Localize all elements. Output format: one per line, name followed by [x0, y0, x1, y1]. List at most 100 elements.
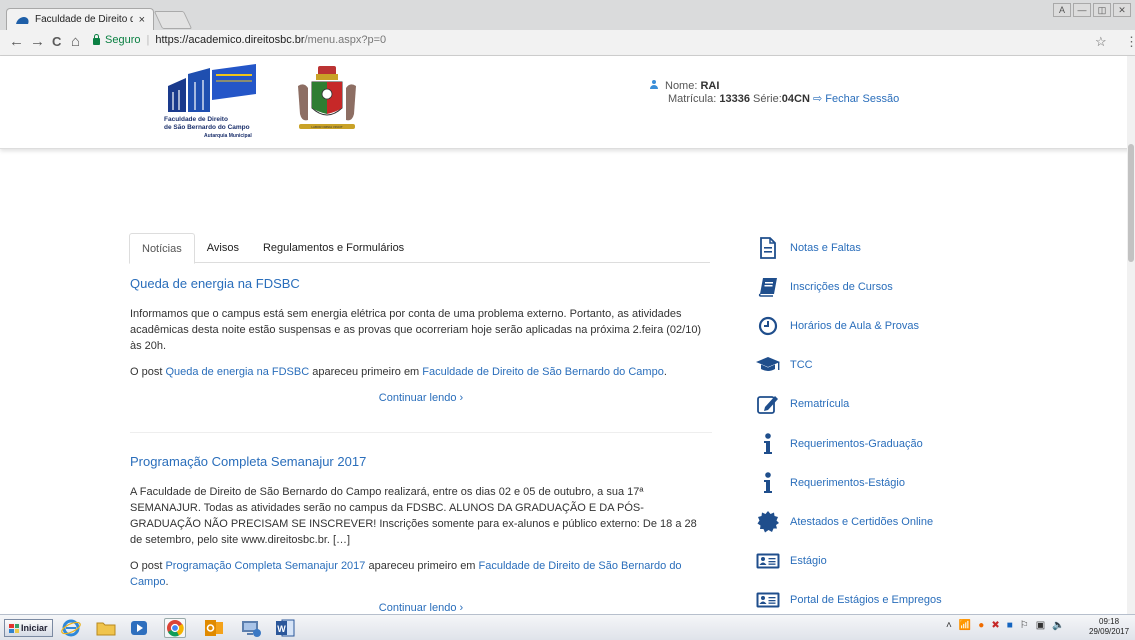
matricula-label: Matrícula: [668, 93, 717, 105]
word-icon[interactable]: W [274, 618, 296, 638]
logout-icon: ⇨ [812, 93, 823, 105]
antivirus-icon[interactable]: ● [978, 620, 984, 631]
chrome-icon[interactable] [164, 618, 186, 638]
tray-app-icon[interactable]: ✖ [991, 620, 999, 631]
post-footer: O post Programação Completa Semanajur 20… [130, 558, 712, 590]
start-label: Iniciar [21, 623, 48, 633]
secure-label: Seguro [105, 34, 141, 46]
system-clock[interactable]: 09:18 29/09/2017 [1089, 617, 1129, 637]
info-icon [755, 470, 781, 496]
menu-atestados[interactable]: Atestados e Certidões Online [755, 502, 1125, 541]
clock-date: 29/09/2017 [1089, 627, 1130, 636]
browser-tab-title: Faculdade de Direito de [35, 14, 133, 25]
id-card-icon [755, 548, 781, 574]
new-tab-button[interactable] [153, 11, 193, 29]
menu-req-graduacao[interactable]: Requerimentos-Graduação [755, 424, 1125, 463]
site-header: Faculdade de Direito de São Bernardo do … [0, 56, 1135, 149]
scrollbar-thumb[interactable] [1128, 144, 1134, 262]
post-footer-prefix: O post [130, 560, 166, 572]
outlook-icon[interactable] [203, 618, 225, 638]
menu-label: Inscrições de Cursos [790, 280, 893, 293]
logo-line-2: de São Bernardo do Campo [164, 124, 250, 131]
continue-reading-link[interactable]: Continuar lendo › [130, 390, 712, 406]
info-icon [755, 431, 781, 457]
home-icon[interactable]: ⌂ [71, 34, 80, 50]
monitor-icon[interactable]: ■ [1007, 620, 1013, 631]
display-icon[interactable]: ▣ [1036, 620, 1045, 631]
tab-close-icon[interactable]: × [139, 14, 145, 26]
page-scrollbar[interactable] [1127, 56, 1135, 614]
menu-label: Rematrícula [790, 398, 850, 411]
post-title[interactable]: Programação Completa Semanajur 2017 [130, 454, 712, 470]
crest-motto: LABOR OMNIA VINCIT [311, 125, 343, 129]
menu-horarios[interactable]: Horários de Aula & Provas [755, 306, 1125, 345]
logout-label: Fechar Sessão [825, 93, 900, 105]
city-crest-logo: LABOR OMNIA VINCIT [296, 64, 358, 136]
post-footer-mid: apareceu primeiro em [365, 560, 479, 572]
media-player-icon[interactable] [128, 618, 150, 638]
close-window-button[interactable]: ✕ [1113, 3, 1131, 17]
menu-label: Portal de Estágios e Empregos [790, 594, 942, 607]
tab-noticias[interactable]: Notícias [129, 233, 195, 264]
user-icon [649, 80, 659, 90]
serie-label: Série: [753, 93, 782, 105]
post-link[interactable]: Queda de energia na FDSBC [165, 366, 309, 378]
post-link[interactable]: Programação Completa Semanajur 2017 [165, 560, 365, 572]
svg-text:W: W [277, 624, 286, 634]
minimize-button[interactable]: — [1073, 3, 1091, 17]
volume-icon[interactable]: 🔈 [1052, 620, 1064, 631]
post-footer: O post Queda de energia na FDSBC aparece… [130, 364, 712, 380]
folder-icon[interactable] [95, 618, 117, 638]
forward-arrow-icon[interactable]: → [30, 34, 45, 50]
browser-tab[interactable]: Faculdade de Direito de × [6, 8, 154, 30]
menu-label: Requerimentos-Graduação [790, 437, 923, 450]
menu-label: Requerimentos-Estágio [790, 476, 905, 489]
ie-icon[interactable] [60, 618, 82, 638]
menu-rematricula[interactable]: Rematrícula [755, 385, 1125, 424]
reload-icon[interactable]: C [52, 34, 61, 50]
menu-inscricoes-cursos[interactable]: Inscrições de Cursos [755, 267, 1125, 306]
remote-desktop-icon[interactable] [240, 618, 262, 638]
url-field[interactable]: Seguro | https://academico.direitosbc.br… [93, 33, 387, 46]
window-controls: A — ◫ ✕ [1053, 3, 1131, 17]
post-title[interactable]: Queda de energia na FDSBC [130, 276, 712, 292]
post-footer-end: . [663, 366, 667, 378]
news-post: Programação Completa Semanajur 2017 A Fa… [130, 454, 712, 616]
menu-estagio[interactable]: Estágio [755, 542, 1125, 581]
url-separator: | [146, 34, 150, 46]
browser-tab-bar: Faculdade de Direito de × A — ◫ ✕ [0, 0, 1135, 30]
post-divider [130, 432, 712, 433]
tray-expand-icon[interactable]: ˄ [946, 620, 952, 631]
windows-logo-icon [9, 623, 19, 633]
logout-link[interactable]: ⇨ Fechar Sessão [813, 93, 899, 105]
logo-line-1: Faculdade de Direito [164, 116, 228, 123]
edit-icon [755, 391, 781, 417]
user-info: Nome: RAI Matrícula: 13336 Série:04CN ⇨ … [649, 79, 899, 106]
menu-notas-faltas[interactable]: Notas e Faltas [755, 228, 1125, 267]
network-icon[interactable]: 📶 [959, 620, 971, 631]
menu-req-estagio[interactable]: Requerimentos-Estágio [755, 463, 1125, 502]
fdsbc-building-icon [168, 64, 256, 112]
address-bar: ← → C ⌂ Seguro | https://academico.direi… [0, 30, 1135, 56]
user-name: RAI [700, 80, 720, 92]
lock-icon [93, 33, 100, 45]
browser-menu-icon[interactable]: ⋮ [1125, 34, 1135, 50]
url-host: https://academico.direitosbc.br [155, 34, 305, 46]
profile-button[interactable]: A [1053, 3, 1071, 17]
maximize-button[interactable]: ◫ [1093, 3, 1111, 17]
site-link[interactable]: Faculdade de Direito de São Bernardo do … [422, 366, 664, 378]
fdsbc-logo[interactable]: Faculdade de Direito de São Bernardo do … [164, 64, 260, 146]
menu-label: Atestados e Certidões Online [790, 515, 934, 528]
coat-of-arms-icon: LABOR OMNIA VINCIT [298, 66, 356, 129]
tab-avisos[interactable]: Avisos [195, 233, 251, 263]
menu-tcc[interactable]: TCC [755, 346, 1125, 385]
flag-icon[interactable]: ⚐ [1020, 620, 1029, 631]
post-footer-end: . [165, 576, 169, 588]
system-tray: ˄ 📶 ● ✖ ■ ⚐ ▣ 🔈 [946, 620, 1065, 631]
bookmark-star-icon[interactable]: ☆ [1095, 34, 1107, 50]
url-path: /menu.aspx?p=0 [304, 34, 387, 46]
tab-regulamentos[interactable]: Regulamentos e Formulários [251, 233, 416, 263]
start-button[interactable]: Iniciar [4, 619, 53, 637]
matricula-value: 13336 [719, 93, 750, 105]
back-arrow-icon[interactable]: ← [9, 34, 24, 50]
